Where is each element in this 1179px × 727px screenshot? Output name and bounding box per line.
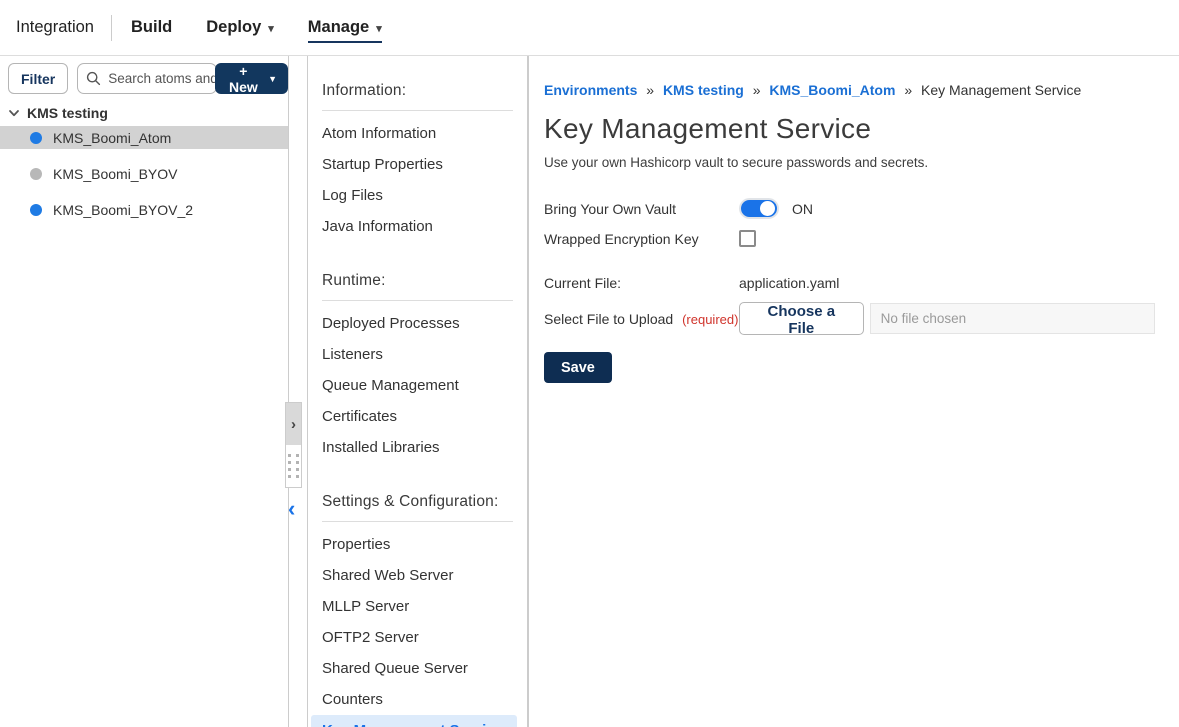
nav-item-build[interactable]: Build (131, 18, 172, 37)
panel-splitter: › (285, 402, 302, 488)
select-file-label-text: Select File to Upload (544, 311, 673, 327)
tree-item-label: KMS_Boomi_BYOV_2 (53, 202, 193, 218)
sidenav-item-oftp2-server[interactable]: OFTP2 Server (308, 622, 527, 653)
status-dot-online-icon (30, 204, 42, 216)
breadcrumb-current: Key Management Service (921, 82, 1081, 98)
select-file-row: Select File to Upload (required) Choose … (544, 302, 1155, 335)
filter-button[interactable]: Filter (8, 63, 68, 94)
sidenav-item-java-information[interactable]: Java Information (308, 211, 527, 242)
tree-group-kms-testing[interactable]: KMS testing (0, 102, 288, 126)
new-button-label: + New (226, 63, 261, 95)
page-title: Key Management Service (544, 113, 1155, 145)
main-content: Environments » KMS testing » KMS_Boomi_A… (528, 56, 1179, 727)
sidenav-item-queue-management[interactable]: Queue Management (308, 370, 527, 401)
search-box[interactable] (77, 63, 216, 94)
breadcrumb-separator: » (753, 82, 761, 98)
wrapped-encryption-key-row: Wrapped Encryption Key (544, 230, 1155, 247)
toggle-state-text: ON (792, 201, 813, 217)
wrapped-encryption-key-checkbox[interactable] (739, 230, 756, 247)
search-input[interactable] (108, 71, 216, 86)
sidenav-item-mllp-server[interactable]: MLLP Server (308, 591, 527, 622)
bring-your-own-vault-label: Bring Your Own Vault (544, 201, 739, 217)
section-divider (322, 110, 513, 111)
section-heading-settings-configuration: Settings & Configuration: (322, 493, 513, 511)
section-heading-information: Information: (322, 82, 513, 100)
breadcrumb: Environments » KMS testing » KMS_Boomi_A… (544, 82, 1155, 98)
nav-divider (111, 15, 112, 41)
sidenav-item-listeners[interactable]: Listeners (308, 339, 527, 370)
top-nav: Integration Build Deploy ▾ Manage ▾ (0, 0, 1179, 56)
chevron-left-icon[interactable]: ‹ (288, 498, 295, 520)
breadcrumb-link-environments[interactable]: Environments (544, 82, 637, 98)
breadcrumb-separator: » (646, 82, 654, 98)
sidenav-item-certificates[interactable]: Certificates (308, 401, 527, 432)
current-file-value: application.yaml (739, 275, 839, 291)
wrapped-encryption-key-label: Wrapped Encryption Key (544, 231, 739, 247)
tree-item-label: KMS_Boomi_BYOV (53, 166, 178, 182)
save-button[interactable]: Save (544, 352, 612, 383)
sidenav-item-properties[interactable]: Properties (308, 529, 527, 560)
sidenav-item-shared-web-server[interactable]: Shared Web Server (308, 560, 527, 591)
current-file-label: Current File: (544, 275, 739, 291)
search-icon (86, 71, 101, 86)
atom-settings-nav: Information: Atom Information Startup Pr… (307, 56, 528, 727)
environment-tree: KMS testing KMS_Boomi_Atom KMS_Boomi_BYO… (0, 102, 288, 221)
nav-item-deploy-label: Deploy (206, 18, 261, 37)
bring-your-own-vault-row: Bring Your Own Vault ON (544, 198, 1155, 219)
required-badge: (required) (682, 312, 738, 327)
page-subtitle: Use your own Hashicorp vault to secure p… (544, 155, 1155, 170)
tree-item-kms-boomi-atom[interactable]: KMS_Boomi_Atom (0, 126, 288, 149)
nav-item-manage-label: Manage (308, 18, 369, 37)
caret-down-icon: ▾ (268, 22, 274, 35)
sidenav-item-atom-information[interactable]: Atom Information (308, 118, 527, 149)
runtime-list-panel: Filter + New ▼ KMS testing (0, 56, 289, 727)
select-file-label: Select File to Upload (required) (544, 311, 739, 327)
nav-item-integration[interactable]: Integration (16, 18, 94, 37)
section-heading-runtime: Runtime: (322, 272, 513, 290)
app-window: Integration Build Deploy ▾ Manage ▾ Filt… (0, 0, 1179, 727)
section-divider (322, 521, 513, 522)
tree-item-kms-boomi-byov[interactable]: KMS_Boomi_BYOV (0, 162, 288, 185)
section-divider (322, 300, 513, 301)
file-chosen-field[interactable]: No file chosen (870, 303, 1155, 334)
status-dot-offline-icon (30, 168, 42, 180)
chevron-down-icon (8, 107, 20, 119)
drag-grip-icon[interactable] (286, 454, 301, 478)
sidenav-item-counters[interactable]: Counters (308, 684, 527, 715)
sidenav-item-shared-queue-server[interactable]: Shared Queue Server (308, 653, 527, 684)
bring-your-own-vault-toggle[interactable] (739, 198, 779, 219)
kms-form: Bring Your Own Vault ON Wrapped Encrypti… (544, 198, 1155, 383)
sidenav-item-key-management-service[interactable]: Key Management Service (311, 715, 517, 727)
caret-down-icon: ▾ (376, 22, 382, 35)
runtime-toolbar: Filter + New ▼ (0, 56, 288, 96)
sidenav-item-log-files[interactable]: Log Files (308, 180, 527, 211)
nav-item-deploy[interactable]: Deploy ▾ (206, 18, 274, 37)
toggle-knob (760, 201, 775, 216)
status-dot-online-icon (30, 132, 42, 144)
new-button[interactable]: + New ▼ (215, 63, 288, 94)
sidenav-item-deployed-processes[interactable]: Deployed Processes (308, 308, 527, 339)
sidenav-item-installed-libraries[interactable]: Installed Libraries (308, 432, 527, 463)
sidenav-item-startup-properties[interactable]: Startup Properties (308, 149, 527, 180)
caret-down-icon: ▼ (268, 74, 277, 84)
chevron-right-icon: › (291, 416, 296, 433)
current-file-row: Current File: application.yaml (544, 272, 1155, 294)
collapse-panel-handle[interactable]: › (286, 403, 301, 445)
tree-group-label: KMS testing (27, 105, 108, 121)
choose-file-button[interactable]: Choose a File (739, 302, 864, 335)
tree-item-kms-boomi-byov-2[interactable]: KMS_Boomi_BYOV_2 (0, 198, 288, 221)
tree-item-label: KMS_Boomi_Atom (53, 130, 171, 146)
nav-item-manage[interactable]: Manage ▾ (308, 18, 382, 43)
breadcrumb-separator: » (904, 82, 912, 98)
breadcrumb-link-kms-boomi-atom[interactable]: KMS_Boomi_Atom (769, 82, 895, 98)
breadcrumb-link-kms-testing[interactable]: KMS testing (663, 82, 744, 98)
